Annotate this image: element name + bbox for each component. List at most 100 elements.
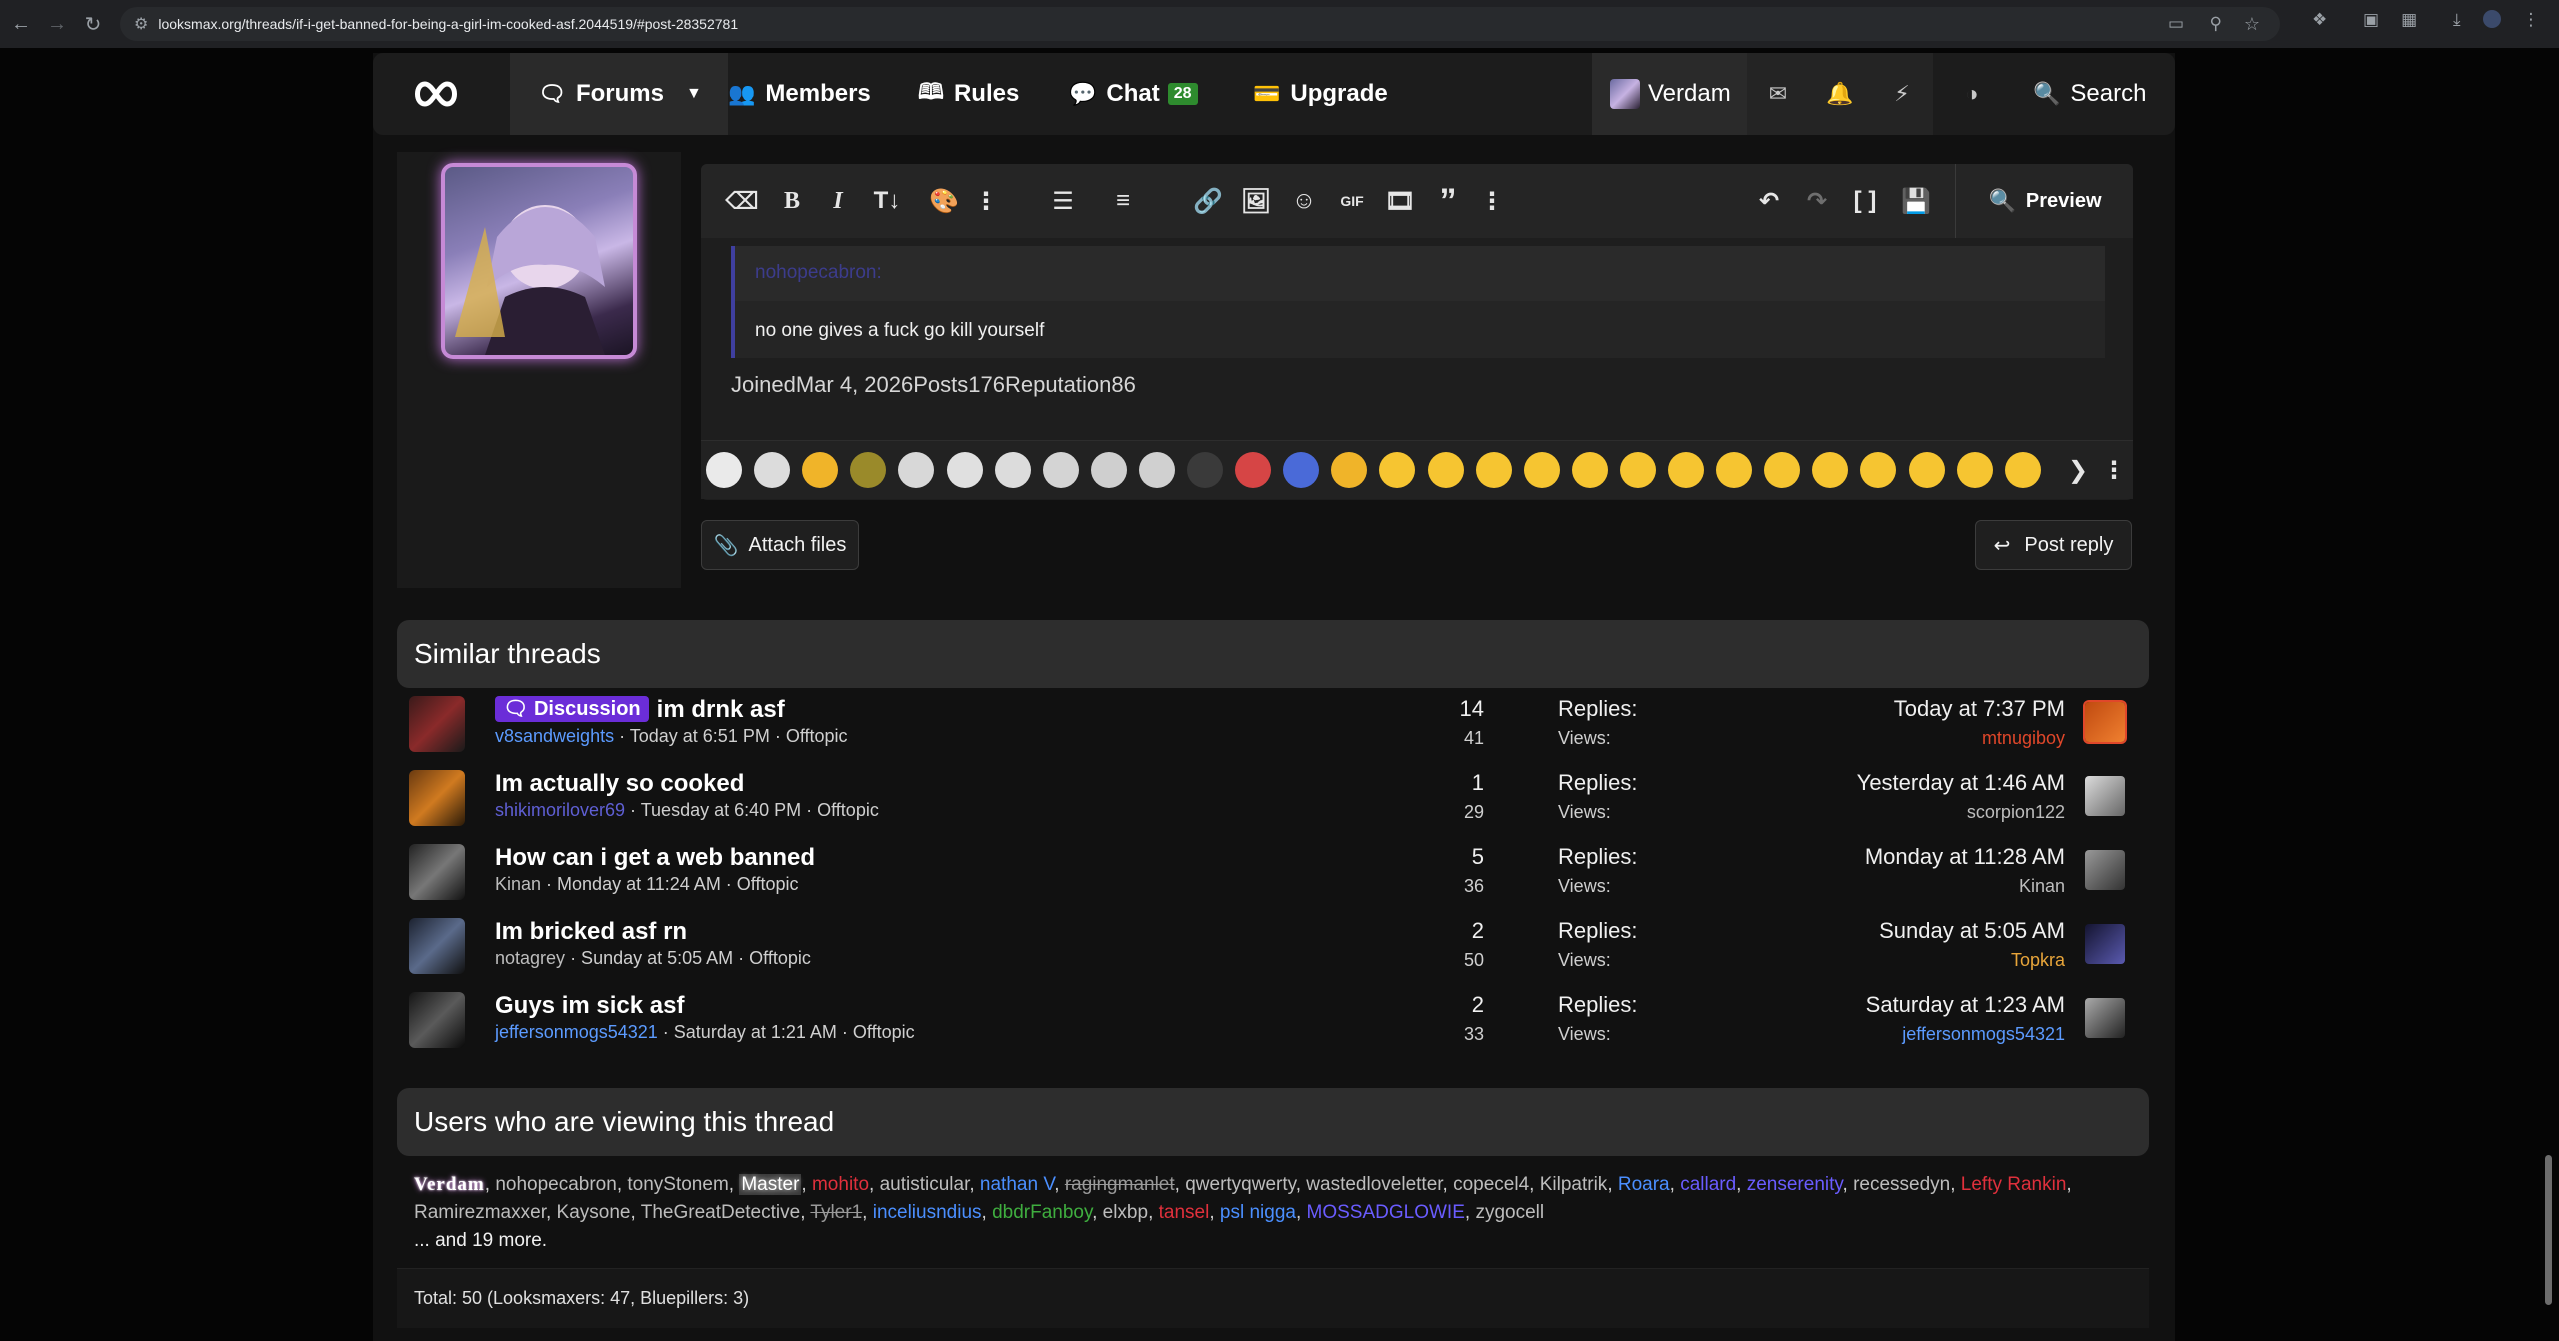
smilie-icon[interactable] xyxy=(1956,452,1993,488)
viewer-username[interactable]: TheGreatDetective xyxy=(641,1202,800,1223)
smilie-icon[interactable] xyxy=(2004,452,2041,488)
font-size-icon[interactable]: T↓ xyxy=(862,183,912,219)
viewer-username[interactable]: zenserenity xyxy=(1747,1174,1843,1195)
smilie-icon[interactable] xyxy=(1523,452,1560,488)
viewer-username[interactable]: Roara xyxy=(1618,1174,1670,1195)
remove-format-icon[interactable]: ⌫ xyxy=(724,183,760,219)
smilie-icon[interactable] xyxy=(802,452,839,488)
preview-button[interactable]: 🔍 Preview xyxy=(1955,164,2134,238)
viewer-username[interactable]: callard xyxy=(1680,1174,1736,1195)
install-app-icon[interactable]: ▭ xyxy=(2168,14,2184,34)
viewer-username[interactable]: Kaysone xyxy=(557,1202,631,1223)
smilie-icon[interactable] xyxy=(1187,452,1223,488)
smilie-icon[interactable] xyxy=(1571,452,1608,488)
thread-title-text[interactable]: How can i get a web banned xyxy=(495,844,815,871)
smilie-icon[interactable] xyxy=(706,452,742,488)
viewer-username[interactable]: wastedloveletter xyxy=(1306,1174,1442,1195)
thread-prefix-badge[interactable]: 🗨 Discussion xyxy=(495,696,649,722)
forward-icon[interactable]: → xyxy=(42,9,72,39)
alerts-bell-icon[interactable]: 🔔 xyxy=(1809,53,1871,135)
viewer-username[interactable]: Tyler1 xyxy=(810,1202,862,1223)
download-icon[interactable]: ⤓ xyxy=(2453,10,2461,30)
nav-chat[interactable]: 💬 Chat 28 xyxy=(1069,53,1198,135)
link-icon[interactable]: 🔗 xyxy=(1190,183,1226,219)
thread-title-text[interactable]: Im actually so cooked xyxy=(495,770,744,797)
last-post-user[interactable]: scorpion122 xyxy=(1967,802,2065,823)
thread-row[interactable]: 🗨 Discussion im drnk asf v8sandweights · T… xyxy=(397,688,2149,762)
thread-title-text[interactable]: Guys im sick asf xyxy=(495,992,684,1019)
align-icon[interactable]: ≡ xyxy=(1100,183,1146,219)
viewer-username[interactable]: dbdrFanboy xyxy=(992,1202,1092,1223)
viewer-username[interactable]: Master xyxy=(739,1174,802,1195)
last-post-user[interactable]: Topkra xyxy=(2011,950,2065,971)
bold-icon[interactable]: B xyxy=(774,183,810,219)
smilie-icon[interactable] xyxy=(1764,452,1801,488)
thread-author-avatar[interactable] xyxy=(409,992,465,1048)
image-icon[interactable]: 🖼 xyxy=(1238,183,1274,219)
thread-row[interactable]: Im bricked asf rn notagrey · Sunday at 5:… xyxy=(397,910,2149,984)
last-post-date[interactable]: Saturday at 1:23 AM xyxy=(1866,992,2065,1018)
last-post-avatar[interactable] xyxy=(2085,776,2125,816)
viewer-username[interactable]: mohito xyxy=(812,1174,869,1195)
italic-icon[interactable]: I xyxy=(820,183,856,219)
redo-icon[interactable]: ↷ xyxy=(1799,183,1835,219)
thread-title-text[interactable]: Im bricked asf rn xyxy=(495,918,687,945)
viewer-username[interactable]: tansel xyxy=(1159,1202,1210,1223)
nav-rules[interactable]: 🕮 Rules xyxy=(918,53,1019,135)
site-logo[interactable] xyxy=(413,53,459,135)
thread-author-avatar[interactable] xyxy=(409,918,465,974)
viewer-username[interactable]: nohopecabron xyxy=(495,1174,617,1195)
theme-toggle-icon[interactable]: ◑ xyxy=(1941,53,2003,135)
undo-icon[interactable]: ↶ xyxy=(1751,183,1787,219)
smilie-icon[interactable] xyxy=(1283,452,1320,488)
smilie-icon[interactable] xyxy=(1475,452,1512,488)
thread-author-avatar[interactable] xyxy=(409,696,465,752)
smilie-icon[interactable] xyxy=(1090,452,1127,488)
back-icon[interactable]: ← xyxy=(6,9,36,39)
thread-row[interactable]: Guys im sick asf jeffersonmogs54321 · Sat… xyxy=(397,984,2149,1058)
thread-row[interactable]: How can i get a web banned Kinan · Monday… xyxy=(397,836,2149,910)
last-post-avatar[interactable] xyxy=(2085,702,2125,742)
viewer-username[interactable]: qwertyqwerty xyxy=(1185,1174,1296,1195)
smilie-icon[interactable] xyxy=(754,452,791,488)
bookmark-star-icon[interactable]: ☆ xyxy=(2244,14,2260,35)
last-post-avatar[interactable] xyxy=(2085,998,2125,1038)
thread-title[interactable]: 🗨 Discussion im drnk asf xyxy=(495,696,785,724)
nav-forums[interactable]: 🗨 Forums ▼ xyxy=(538,53,702,135)
nav-members[interactable]: 👥 Members xyxy=(728,53,871,135)
nav-upgrade[interactable]: 💳 Upgrade xyxy=(1253,53,1388,135)
thread-title[interactable]: How can i get a web banned xyxy=(495,844,815,872)
last-post-date[interactable]: Today at 7:37 PM xyxy=(1894,696,2065,722)
attach-files-button[interactable]: 📎 Attach files xyxy=(701,520,859,570)
viewer-username[interactable]: nathan V xyxy=(980,1174,1054,1195)
last-post-user[interactable]: mtnugiboy xyxy=(1982,728,2065,749)
viewer-username[interactable]: MOSSADGLOWIE xyxy=(1307,1202,1465,1223)
thread-title-text[interactable]: im drnk asf xyxy=(657,696,785,723)
gif-icon[interactable]: GIF xyxy=(1334,183,1370,219)
more-text-options-icon[interactable]: ⋮ xyxy=(968,183,1004,219)
viewer-username[interactable]: recessedyn xyxy=(1853,1174,1950,1195)
thread-author[interactable]: shikimorilover69 xyxy=(495,800,625,820)
smilie-icon[interactable] xyxy=(994,452,1031,488)
smilie-icon[interactable] xyxy=(1668,452,1704,488)
inbox-icon[interactable]: ✉ xyxy=(1747,53,1809,135)
user-avatar[interactable] xyxy=(441,163,637,359)
thread-author[interactable]: notagrey xyxy=(495,948,565,968)
thread-title[interactable]: Im actually so cooked xyxy=(495,770,744,798)
smilie-more-icon[interactable]: ⋮ xyxy=(2096,452,2132,488)
address-bar[interactable]: ⚙ looksmax.org/threads/if-i-get-banned-f… xyxy=(120,7,2280,41)
chevron-down-icon[interactable]: ▼ xyxy=(686,85,702,103)
viewer-username[interactable]: elxbp xyxy=(1103,1202,1148,1223)
viewer-username[interactable]: psl nigga xyxy=(1220,1202,1296,1223)
chevron-right-icon[interactable]: ❯ xyxy=(2060,452,2096,488)
last-post-date[interactable]: Yesterday at 1:46 AM xyxy=(1857,770,2065,796)
smilie-icon[interactable] xyxy=(1619,452,1656,488)
viewer-username[interactable]: zygocell xyxy=(1475,1202,1544,1223)
menu-icon[interactable]: ⋮ xyxy=(2523,10,2540,30)
viewer-username[interactable]: Kilpatrik xyxy=(1540,1174,1608,1195)
media-icon[interactable]: 🎞 xyxy=(1382,183,1418,219)
list-icon[interactable]: ☰ xyxy=(1040,183,1086,219)
thread-title[interactable]: Im bricked asf rn xyxy=(495,918,687,946)
viewer-username[interactable]: autisticular xyxy=(880,1174,970,1195)
smilie-icon[interactable] xyxy=(1427,452,1464,488)
